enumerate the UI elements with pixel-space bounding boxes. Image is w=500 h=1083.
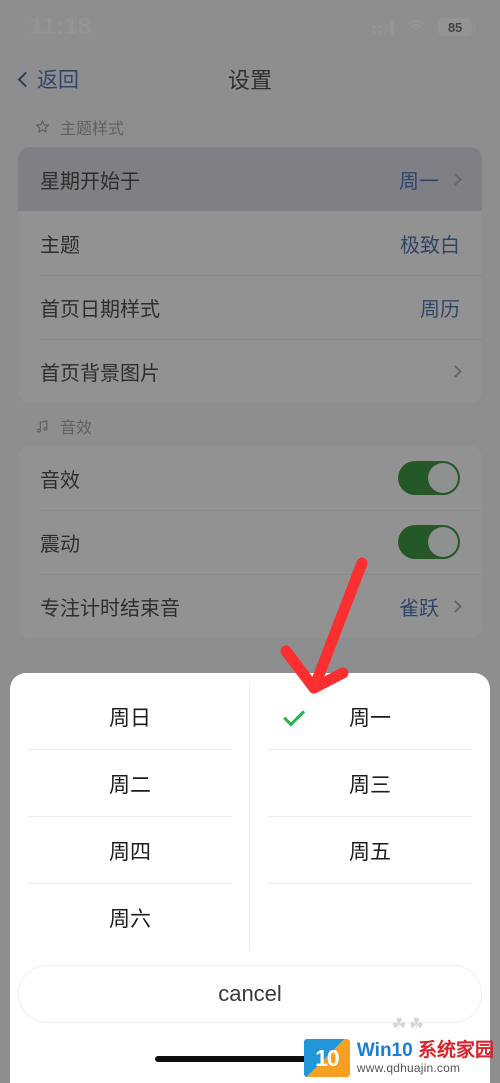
watermark-url: www.qdhuajin.com <box>356 1061 461 1076</box>
option-monday-label: 周一 <box>349 706 391 730</box>
option-wednesday-label: 周三 <box>349 773 391 797</box>
option-saturday-label: 周六 <box>109 907 151 931</box>
watermark-ghost: ☘☘ <box>391 1015 426 1034</box>
cancel-button-label: cancel <box>218 981 282 1006</box>
option-empty-slot <box>250 884 490 951</box>
option-sunday-label: 周日 <box>109 706 151 730</box>
option-tuesday-label: 周二 <box>109 773 151 797</box>
watermark-brand-suffix: 系统家园 <box>417 1040 494 1062</box>
option-friday[interactable]: 周五 <box>250 817 490 884</box>
option-thursday-label: 周四 <box>109 840 151 864</box>
option-saturday[interactable]: 周六 <box>10 884 250 951</box>
option-wednesday[interactable]: 周三 <box>250 750 490 817</box>
watermark-brand-prefix: Win10 <box>356 1040 413 1062</box>
action-sheet-options-card: 周日 周一 周二 周三 周四 周五 周六 <box>10 673 490 951</box>
option-monday[interactable]: 周一 <box>250 683 490 750</box>
option-thursday[interactable]: 周四 <box>10 817 250 884</box>
option-friday-label: 周五 <box>349 840 391 864</box>
option-tuesday[interactable]: 周二 <box>10 750 250 817</box>
option-sunday[interactable]: 周日 <box>10 683 250 750</box>
watermark-logo: 10 <box>303 1039 350 1077</box>
watermark: 10 Win10 系统家园 www.qdhuajin.com <box>303 1039 494 1077</box>
weekday-options-grid: 周日 周一 周二 周三 周四 周五 周六 <box>10 683 490 951</box>
check-icon <box>283 704 306 727</box>
